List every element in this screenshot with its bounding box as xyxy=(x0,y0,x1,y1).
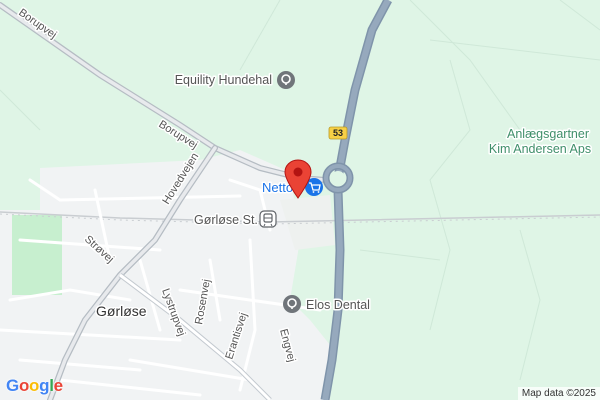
google-logo: Google xyxy=(6,376,63,396)
roundabout-center xyxy=(331,171,345,185)
logo-letter: G xyxy=(6,376,19,395)
place-pin-icon xyxy=(277,71,295,89)
logo-letter: g xyxy=(39,376,50,395)
poi-anlaeg-label-1: Anlægsgartner xyxy=(507,127,589,141)
town-label-gorlose: Gørløse xyxy=(96,303,147,319)
poi-anlaeg-label-2: Kim Andersen Aps xyxy=(489,142,591,156)
poi-elos-dental[interactable]: Elos Dental xyxy=(283,295,371,314)
poi-elos-label: Elos Dental xyxy=(306,298,370,312)
logo-letter: o xyxy=(29,376,40,395)
poi-station-label: Gørløse St. xyxy=(194,213,258,227)
poi-hundehal-label: Equility Hundehal xyxy=(175,73,272,87)
map-attribution[interactable]: Map data ©2025 xyxy=(517,387,600,400)
map-canvas[interactable]: 53 Borupvej Borupvej Hovedvejen Strøvej … xyxy=(0,0,600,400)
logo-letter: e xyxy=(53,376,63,395)
park-area xyxy=(12,215,62,295)
route-53-shield: 53 xyxy=(328,126,348,140)
map-base: 53 Borupvej Borupvej Hovedvejen Strøvej … xyxy=(0,0,600,400)
poi-station[interactable]: Gørløse St. xyxy=(193,210,277,229)
svg-text:53: 53 xyxy=(333,128,343,138)
logo-letter: o xyxy=(18,376,30,395)
place-pin-icon xyxy=(283,295,301,313)
